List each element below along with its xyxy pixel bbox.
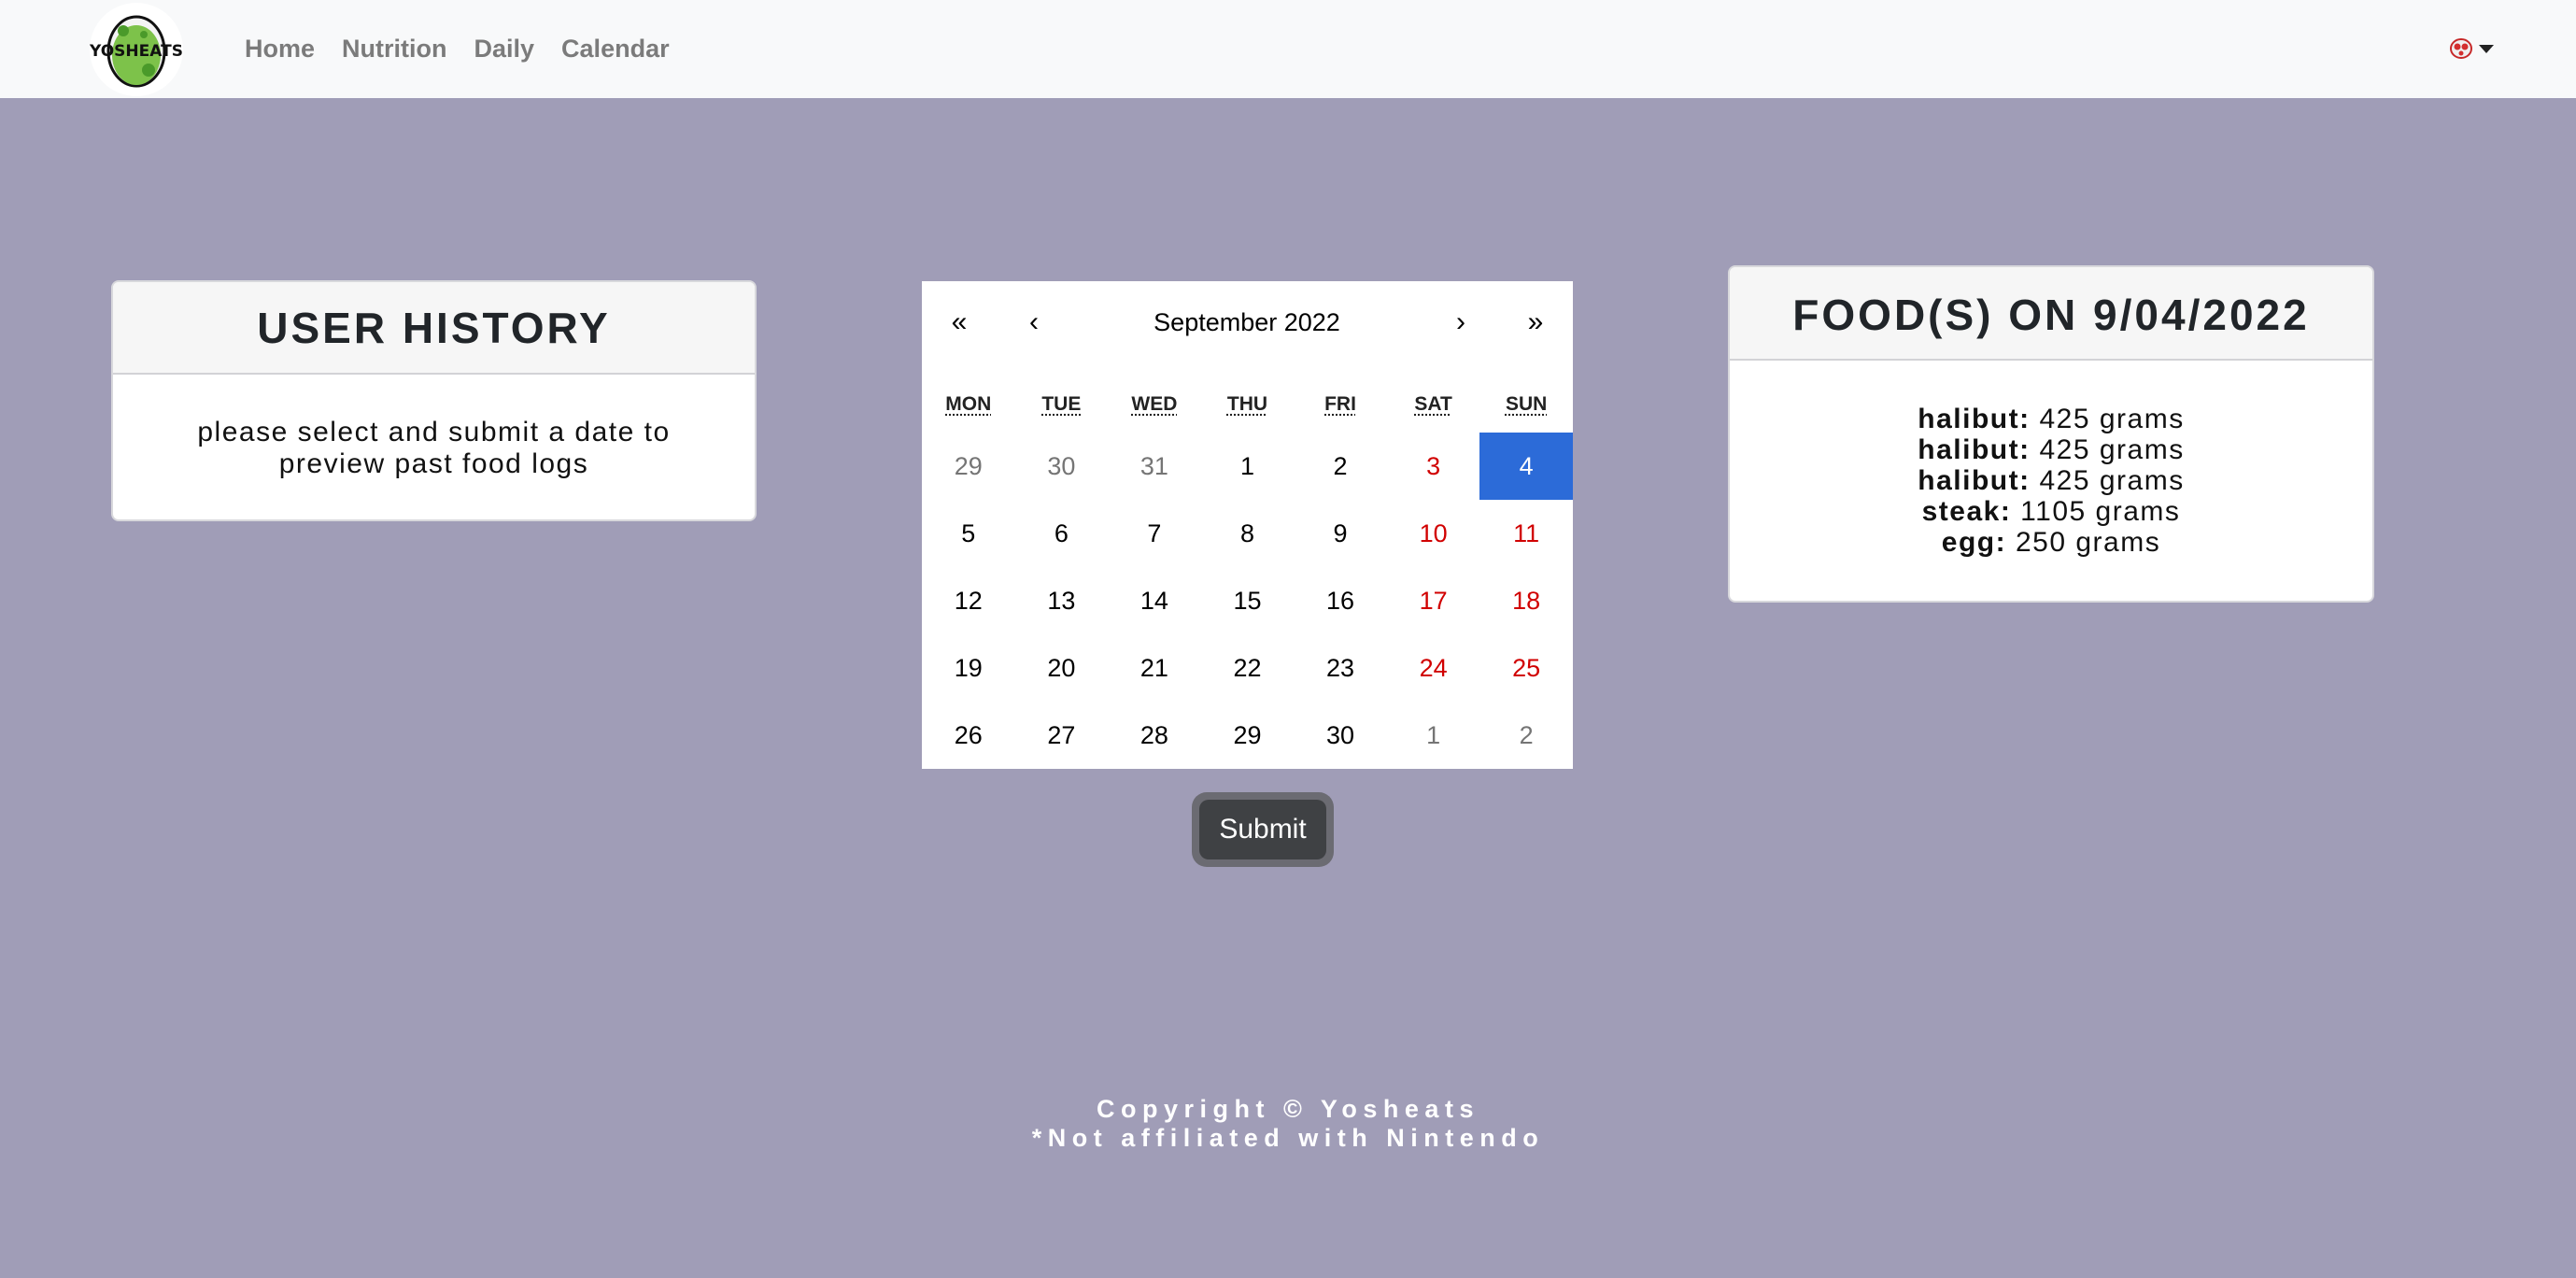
weekday-label: MON [945, 393, 992, 415]
nav-links: Home Nutrition Daily Calendar [245, 0, 670, 98]
footer-disclaimer: *Not affiliated with Nintendo [1031, 1124, 1545, 1152]
yoshi-egg-logo-icon: YOSHEATS [90, 15, 183, 88]
food-amount: 1105 grams [2020, 496, 2181, 527]
weekday-label: THU [1226, 393, 1268, 415]
user-history-title: USER HISTORY [113, 282, 755, 375]
calendar-day[interactable]: 3 [1387, 433, 1480, 500]
food-amount: 425 grams [2039, 404, 2185, 434]
calendar-month-label[interactable]: September 2022 [1071, 281, 1422, 363]
calendar-day[interactable]: 7 [1108, 500, 1201, 567]
user-history-card: USER HISTORY please select and submit a … [111, 280, 757, 521]
weekday-label: FRI [1324, 393, 1356, 415]
calendar-day[interactable]: 29 [922, 433, 1015, 500]
food-log-item: egg: 250 grams [1730, 527, 2372, 558]
food-log-item: steak: 1105 grams [1730, 496, 2372, 527]
calendar-day[interactable]: 10 [1387, 500, 1480, 567]
food-log-card: FOOD(S) ON 9/04/2022 halibut: 425 grams … [1728, 265, 2374, 603]
next-month-button[interactable]: › [1423, 281, 1498, 363]
weekday-label: TUE [1041, 393, 1082, 415]
submit-button-label: Submit [1199, 800, 1326, 859]
calendar-day[interactable]: 14 [1108, 567, 1201, 634]
food-name: halibut: [1918, 465, 2031, 496]
weekday-label: SUN [1505, 393, 1548, 415]
calendar-day[interactable]: 23 [1294, 634, 1387, 702]
food-amount: 250 grams [2015, 527, 2161, 558]
food-log-list: halibut: 425 grams halibut: 425 grams ha… [1730, 361, 2372, 558]
calendar-week: 29 30 31 1 2 3 4 [922, 433, 1573, 500]
date-picker-calendar: « ‹ September 2022 › » MON TUE WED THU F… [922, 281, 1573, 769]
calendar-day[interactable]: 6 [1015, 500, 1109, 567]
food-amount: 425 grams [2039, 434, 2185, 465]
nav-link-calendar[interactable]: Calendar [561, 35, 670, 64]
yosheats-logo[interactable]: YOSHEATS [90, 3, 183, 96]
calendar-day[interactable]: 13 [1015, 567, 1109, 634]
food-name: halibut: [1918, 404, 2031, 434]
calendar-day[interactable]: 30 [1015, 433, 1109, 500]
yoshi-egg-avatar-icon [2450, 38, 2472, 59]
calendar-day[interactable]: 19 [922, 634, 1015, 702]
calendar-day[interactable]: 26 [922, 702, 1015, 769]
user-history-message: please select and submit a date to previ… [197, 417, 671, 479]
prev-year-button[interactable]: « [922, 281, 997, 363]
calendar-week: 19 20 21 22 23 24 25 [922, 634, 1573, 702]
svg-text:YOSHEATS: YOSHEATS [90, 42, 183, 61]
nav-link-daily[interactable]: Daily [474, 35, 535, 64]
calendar-day-selected[interactable]: 4 [1479, 433, 1573, 500]
nav-link-nutrition[interactable]: Nutrition [342, 35, 446, 64]
calendar-day[interactable]: 22 [1201, 634, 1295, 702]
food-name: steak: [1921, 496, 2012, 527]
food-log-item: halibut: 425 grams [1730, 465, 2372, 496]
calendar-day[interactable]: 8 [1201, 500, 1295, 567]
calendar-day[interactable]: 16 [1294, 567, 1387, 634]
page-footer: Copyright © Yosheats *Not affiliated wit… [0, 1095, 2576, 1153]
submit-button[interactable]: Submit [1192, 792, 1334, 867]
calendar-day[interactable]: 1 [1201, 433, 1295, 500]
prev-month-button[interactable]: ‹ [997, 281, 1071, 363]
food-amount: 425 grams [2039, 465, 2185, 496]
food-log-item: halibut: 425 grams [1730, 434, 2372, 465]
calendar-day[interactable]: 1 [1387, 702, 1480, 769]
calendar-week: 5 6 7 8 9 10 11 [922, 500, 1573, 567]
calendar-day[interactable]: 27 [1015, 702, 1109, 769]
calendar-day[interactable]: 18 [1479, 567, 1573, 634]
weekday-label: WED [1131, 393, 1178, 415]
food-log-item: halibut: 425 grams [1730, 404, 2372, 434]
calendar-days-grid: 29 30 31 1 2 3 4 5 6 7 8 9 10 11 12 13 1… [922, 433, 1573, 769]
calendar-day[interactable]: 2 [1294, 433, 1387, 500]
next-year-button[interactable]: » [1498, 281, 1573, 363]
calendar-day[interactable]: 30 [1294, 702, 1387, 769]
top-navbar: YOSHEATS Home Nutrition Daily Calendar [0, 0, 2576, 98]
calendar-day[interactable]: 15 [1201, 567, 1295, 634]
nav-link-home[interactable]: Home [245, 35, 315, 64]
food-log-title: FOOD(S) ON 9/04/2022 [1730, 267, 2372, 361]
calendar-day[interactable]: 28 [1108, 702, 1201, 769]
calendar-navigation: « ‹ September 2022 › » [922, 281, 1573, 363]
food-name: halibut: [1918, 434, 2031, 465]
calendar-day[interactable]: 29 [1201, 702, 1295, 769]
calendar-day[interactable]: 12 [922, 567, 1015, 634]
chevron-down-icon [2479, 44, 2494, 53]
user-menu-dropdown[interactable] [2449, 34, 2498, 62]
calendar-day[interactable]: 24 [1387, 634, 1480, 702]
calendar-day[interactable]: 11 [1479, 500, 1573, 567]
calendar-week: 12 13 14 15 16 17 18 [922, 567, 1573, 634]
calendar-day[interactable]: 5 [922, 500, 1015, 567]
calendar-day[interactable]: 20 [1015, 634, 1109, 702]
calendar-week: 26 27 28 29 30 1 2 [922, 702, 1573, 769]
calendar-day[interactable]: 17 [1387, 567, 1480, 634]
footer-copyright: Copyright © Yosheats [1097, 1095, 1479, 1123]
calendar-weekdays: MON TUE WED THU FRI SAT SUN [922, 393, 1573, 421]
food-name: egg: [1941, 527, 2007, 558]
calendar-day[interactable]: 2 [1479, 702, 1573, 769]
calendar-day[interactable]: 25 [1479, 634, 1573, 702]
calendar-day[interactable]: 31 [1108, 433, 1201, 500]
calendar-day[interactable]: 21 [1108, 634, 1201, 702]
weekday-label: SAT [1414, 393, 1452, 415]
calendar-day[interactable]: 9 [1294, 500, 1387, 567]
